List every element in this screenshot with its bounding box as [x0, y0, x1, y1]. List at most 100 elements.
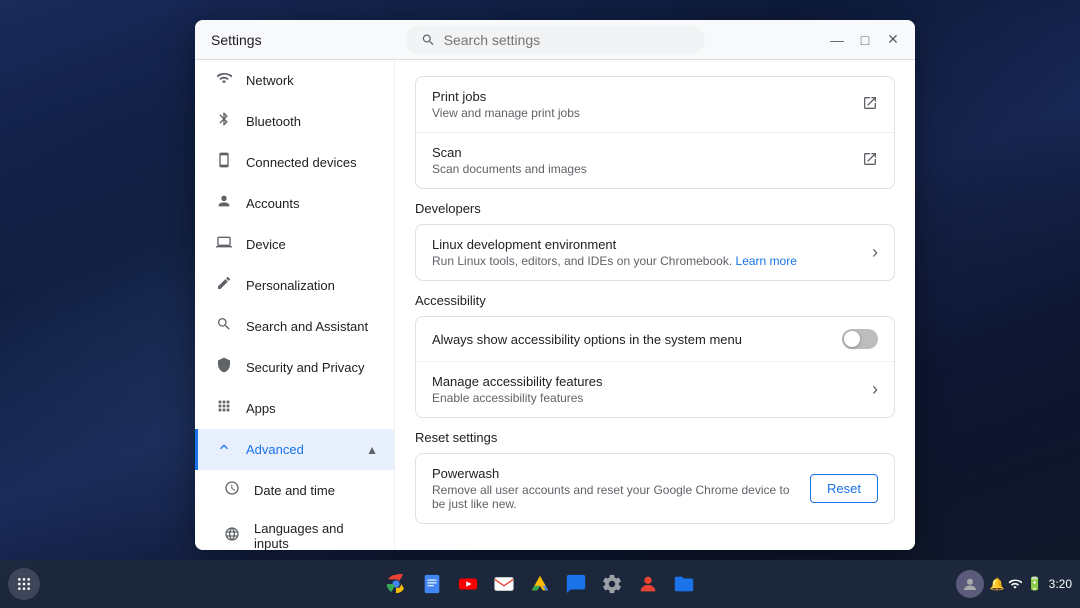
sidebar-item-advanced-label: Advanced [246, 442, 354, 457]
sidebar-item-bluetooth[interactable]: Bluetooth [195, 101, 394, 142]
window-titlebar: Settings — □ ✕ [195, 20, 915, 60]
battery-icon: 🔋 [1026, 576, 1042, 592]
sidebar-item-security-label: Security and Privacy [246, 360, 378, 375]
sidebar-item-accounts[interactable]: Accounts [195, 183, 394, 224]
powerwash-row: Powerwash Remove all user accounts and r… [416, 454, 894, 523]
sidebar-item-network[interactable]: Network [195, 60, 394, 101]
launcher-button[interactable] [8, 568, 40, 600]
always-show-content: Always show accessibility options in the… [432, 332, 842, 347]
sidebar-item-languages[interactable]: Languages and inputs [195, 511, 394, 550]
linux-dev-content: Linux development environment Run Linux … [432, 237, 864, 268]
sidebar-item-connected-devices[interactable]: Connected devices [195, 142, 394, 183]
taskbar-chrome[interactable] [380, 568, 412, 600]
time-display: 3:20 [1049, 577, 1072, 591]
always-show-row[interactable]: Always show accessibility options in the… [416, 317, 894, 362]
print-jobs-content: Print jobs View and manage print jobs [432, 89, 854, 120]
taskbar-drive[interactable] [524, 568, 556, 600]
search-sidebar-icon [214, 316, 234, 337]
accessibility-section-title: Accessibility [415, 293, 895, 308]
advanced-sub-items: Date and time Languages and inputs Files [195, 470, 394, 550]
scan-title: Scan [432, 145, 854, 160]
window-controls: — □ ✕ [827, 30, 903, 50]
print-jobs-external-icon [862, 95, 878, 114]
window-title: Settings [211, 32, 262, 48]
chevron-up-icon: ▲ [366, 443, 378, 457]
taskbar-messages[interactable] [560, 568, 592, 600]
scan-external-icon [862, 151, 878, 170]
device-icon [214, 152, 234, 173]
taskbar-center-apps [380, 568, 700, 600]
sidebar-item-datetime-label: Date and time [254, 483, 378, 498]
taskbar-gmail[interactable] [488, 568, 520, 600]
apps-grid-icon [214, 398, 234, 419]
manage-accessibility-title: Manage accessibility features [432, 374, 864, 389]
pencil-icon [214, 275, 234, 296]
accessibility-toggle[interactable] [842, 329, 878, 349]
sidebar-item-search-and-assistant[interactable]: Search and Assistant [195, 306, 394, 347]
taskbar: 🔔 🔋 3:20 [0, 560, 1080, 608]
reset-button[interactable]: Reset [810, 474, 878, 503]
bluetooth-icon [214, 111, 234, 132]
reset-card: Powerwash Remove all user accounts and r… [415, 453, 895, 524]
taskbar-settings[interactable] [596, 568, 628, 600]
manage-accessibility-desc: Enable accessibility features [432, 391, 864, 405]
powerwash-content: Powerwash Remove all user accounts and r… [432, 466, 802, 511]
sidebar-item-apps-label: Apps [246, 401, 378, 416]
sidebar-item-personalization-label: Personalization [246, 278, 378, 293]
scan-row[interactable]: Scan Scan documents and images [416, 133, 894, 188]
sidebar-item-personalization[interactable]: Personalization [195, 265, 394, 306]
globe-icon [222, 526, 242, 547]
sidebar-item-advanced[interactable]: Advanced ▲ [195, 429, 394, 470]
print-jobs-desc: View and manage print jobs [432, 106, 854, 120]
advanced-icon [214, 439, 234, 460]
powerwash-title: Powerwash [432, 466, 802, 481]
taskbar-youtube[interactable] [452, 568, 484, 600]
taskbar-clock[interactable]: 3:20 [1049, 577, 1072, 591]
clock-icon [222, 480, 242, 501]
taskbar-files[interactable] [668, 568, 700, 600]
sidebar-item-date-time[interactable]: Date and time [195, 470, 394, 511]
taskbar-right: 🔔 🔋 3:20 [956, 570, 1073, 598]
linux-dev-desc: Run Linux tools, editors, and IDEs on yo… [432, 254, 864, 268]
notification-icon: 🔔 [990, 577, 1005, 591]
sidebar-item-apps[interactable]: Apps [195, 388, 394, 429]
reset-section-title: Reset settings [415, 430, 895, 445]
minimize-button[interactable]: — [827, 30, 847, 50]
taskbar-account[interactable] [632, 568, 664, 600]
learn-more-link[interactable]: Learn more [736, 254, 797, 268]
taskbar-docs[interactable] [416, 568, 448, 600]
linux-dev-row[interactable]: Linux development environment Run Linux … [416, 225, 894, 280]
sidebar-item-device-label: Device [246, 237, 378, 252]
manage-accessibility-row[interactable]: Manage accessibility features Enable acc… [416, 362, 894, 417]
accessibility-card: Always show accessibility options in the… [415, 316, 895, 418]
print-jobs-title: Print jobs [432, 89, 854, 104]
close-button[interactable]: ✕ [883, 30, 903, 50]
sidebar-item-network-label: Network [246, 73, 378, 88]
sidebar-item-languages-label: Languages and inputs [254, 521, 378, 550]
linux-dev-chevron [872, 242, 878, 263]
print-jobs-row[interactable]: Print jobs View and manage print jobs [416, 77, 894, 133]
person-icon [214, 193, 234, 214]
shield-icon [214, 357, 234, 378]
sidebar-item-security[interactable]: Security and Privacy [195, 347, 394, 388]
manage-accessibility-chevron [872, 379, 878, 400]
manage-accessibility-content: Manage accessibility features Enable acc… [432, 374, 864, 405]
window-body: Network Bluetooth Connected devices [195, 60, 915, 550]
wifi-icon [214, 70, 234, 91]
taskbar-left [8, 568, 40, 600]
search-input[interactable] [444, 32, 689, 48]
sidebar-item-bluetooth-label: Bluetooth [246, 114, 378, 129]
developers-section-title: Developers [415, 201, 895, 216]
laptop-icon [214, 234, 234, 255]
sidebar-item-search-label: Search and Assistant [246, 319, 378, 334]
user-avatar[interactable] [956, 570, 984, 598]
developers-card: Linux development environment Run Linux … [415, 224, 895, 281]
maximize-button[interactable]: □ [855, 30, 875, 50]
sys-icons: 🔔 🔋 [990, 576, 1043, 592]
always-show-title: Always show accessibility options in the… [432, 332, 842, 347]
wifi-status-icon [1008, 577, 1022, 591]
sidebar-item-device[interactable]: Device [195, 224, 394, 265]
scan-desc: Scan documents and images [432, 162, 854, 176]
print-section-card: Print jobs View and manage print jobs Sc… [415, 76, 895, 189]
sidebar-item-connected-devices-label: Connected devices [246, 155, 378, 170]
